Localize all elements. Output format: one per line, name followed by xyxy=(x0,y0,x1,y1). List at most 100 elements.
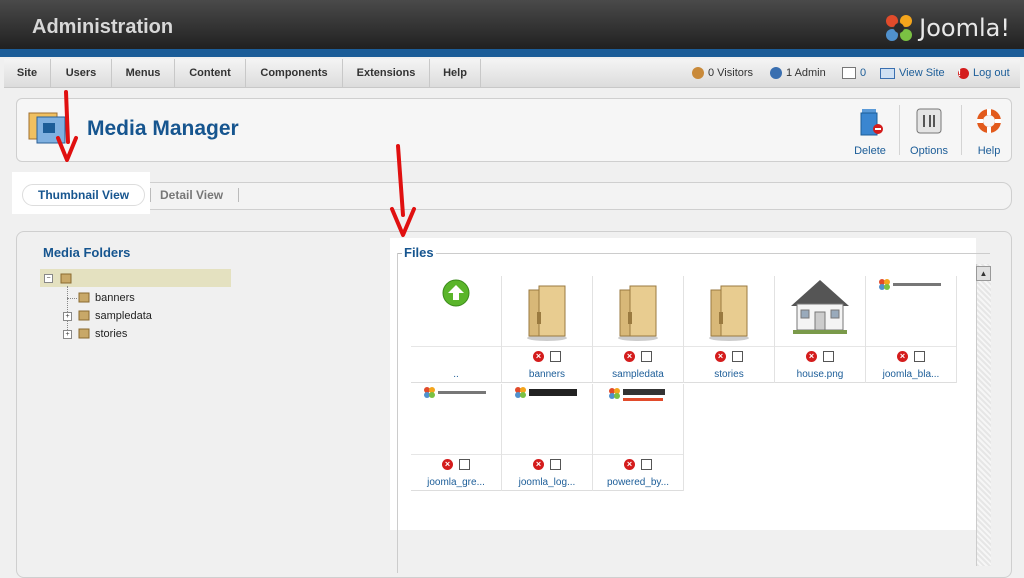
select-file-checkbox[interactable] xyxy=(550,458,561,470)
thumbnail-image[interactable] xyxy=(502,276,592,347)
thumbnail-image[interactable] xyxy=(411,276,501,347)
visitors-icon xyxy=(692,67,704,79)
messages-status[interactable]: 0 xyxy=(842,59,866,87)
media-folders-title: Media Folders xyxy=(43,245,131,260)
delete-file-icon[interactable]: × xyxy=(897,350,908,362)
file-thumbnail[interactable]: × house.png xyxy=(775,276,866,383)
menu-components[interactable]: Components xyxy=(246,59,343,87)
thumbnail-image[interactable] xyxy=(593,384,683,455)
menu-site[interactable]: Site xyxy=(4,59,51,87)
help-label: Help xyxy=(977,145,1001,157)
menu-extensions[interactable]: Extensions xyxy=(343,59,430,87)
thumbnail-controls: × xyxy=(593,350,683,364)
app-title: Administration xyxy=(32,16,174,38)
select-file-checkbox[interactable] xyxy=(914,350,925,362)
select-file-checkbox[interactable] xyxy=(732,350,743,362)
tree-expand-icon[interactable]: + xyxy=(63,312,72,321)
joomla-logo-image-icon xyxy=(515,387,577,398)
file-thumbnail[interactable]: × joomla_bla... xyxy=(866,276,957,383)
tree-item-banners[interactable]: banners xyxy=(95,292,135,304)
joomla-logo-image-icon xyxy=(879,279,941,290)
folder-icon xyxy=(78,328,90,339)
delete-file-icon[interactable]: × xyxy=(715,350,726,362)
tree-item-stories[interactable]: stories xyxy=(95,328,127,340)
menu-content[interactable]: Content xyxy=(175,59,246,87)
tree-connector xyxy=(67,298,77,299)
tab-divider xyxy=(238,188,239,202)
header-accent-bar xyxy=(0,49,1024,57)
delete-file-icon[interactable]: × xyxy=(624,350,635,362)
delete-file-icon[interactable]: × xyxy=(533,458,544,470)
file-thumbnail[interactable]: × stories xyxy=(684,276,775,383)
main-menu-bar: Site Users Menus Content Components Exte… xyxy=(4,59,1020,88)
admins-count: 1 Admin xyxy=(786,67,826,79)
delete-file-icon[interactable]: × xyxy=(442,458,453,470)
file-thumbnail[interactable]: × powered_by... xyxy=(593,384,684,491)
file-name[interactable]: joomla_log... xyxy=(502,477,592,488)
file-name[interactable]: .. xyxy=(411,369,501,380)
visitors-status: 0 Visitors xyxy=(692,59,753,87)
options-button[interactable]: Options xyxy=(906,105,952,157)
tree-connector xyxy=(67,286,68,334)
file-name[interactable]: joomla_gre... xyxy=(411,477,501,488)
page-title: Media Manager xyxy=(87,117,239,140)
view-site-label: View Site xyxy=(899,67,945,79)
scroll-up-arrow[interactable]: ▲ xyxy=(976,266,991,281)
folder-icon xyxy=(60,273,72,284)
menu-help[interactable]: Help xyxy=(430,59,481,87)
tab-divider xyxy=(150,188,151,202)
file-thumbnail[interactable]: .. xyxy=(411,276,502,383)
thumbnail-image[interactable] xyxy=(593,276,683,347)
tab-detail-view[interactable]: Detail View xyxy=(160,188,223,202)
file-name[interactable]: sampledata xyxy=(593,369,683,380)
admin-header: Administration Joomla! xyxy=(0,0,1024,52)
file-name[interactable]: powered_by... xyxy=(593,477,683,488)
delete-button[interactable]: Delete xyxy=(847,105,893,157)
folder-icon xyxy=(78,310,90,321)
menu-users[interactable]: Users xyxy=(51,59,112,87)
file-thumbnail[interactable]: × banners xyxy=(502,276,593,383)
select-file-checkbox[interactable] xyxy=(641,350,652,362)
logout-label: Log out xyxy=(973,67,1010,79)
thumbnail-image[interactable] xyxy=(684,276,774,347)
select-file-checkbox[interactable] xyxy=(550,350,561,362)
thumbnail-image[interactable] xyxy=(502,384,592,455)
select-file-checkbox[interactable] xyxy=(641,458,652,470)
delete-file-icon[interactable]: × xyxy=(533,350,544,362)
logout-link[interactable]: ! Log out xyxy=(958,59,1010,87)
file-name[interactable]: stories xyxy=(684,369,774,380)
thumbnail-image[interactable] xyxy=(775,276,865,347)
thumbnail-divider xyxy=(775,382,865,383)
select-file-checkbox[interactable] xyxy=(823,350,834,362)
thumbnail-image[interactable] xyxy=(411,384,501,455)
view-site-link[interactable]: View Site xyxy=(880,59,945,87)
thumbnail-image[interactable] xyxy=(866,276,956,347)
fieldset-border xyxy=(436,253,990,254)
file-name[interactable]: joomla_bla... xyxy=(866,369,956,380)
joomla-logo: Joomla! xyxy=(883,12,1010,44)
thumbnail-controls: × xyxy=(411,458,501,472)
delete-file-icon[interactable]: × xyxy=(806,350,817,362)
files-scrollbar[interactable] xyxy=(976,264,991,566)
file-name[interactable]: banners xyxy=(502,369,592,380)
file-name[interactable]: house.png xyxy=(775,369,865,380)
select-file-checkbox[interactable] xyxy=(459,458,470,470)
annotation-arrow-icon xyxy=(56,90,78,162)
thumbnail-controls: × xyxy=(684,350,774,364)
help-button[interactable]: Help xyxy=(966,105,1012,157)
file-thumbnail[interactable]: × joomla_gre... xyxy=(411,384,502,491)
toolbar-divider xyxy=(961,105,962,155)
admins-icon xyxy=(770,67,782,79)
file-thumbnail[interactable]: × sampledata xyxy=(593,276,684,383)
tab-thumbnail-view[interactable]: Thumbnail View xyxy=(22,184,146,206)
tree-collapse-icon[interactable]: − xyxy=(44,274,53,283)
file-thumbnail[interactable]: × joomla_log... xyxy=(502,384,593,491)
delete-file-icon[interactable]: × xyxy=(624,458,635,470)
admins-status: 1 Admin xyxy=(770,59,826,87)
options-label: Options xyxy=(910,145,948,157)
tree-item-sampledata[interactable]: sampledata xyxy=(95,310,152,322)
options-icon xyxy=(916,108,942,134)
annotation-arrow-icon xyxy=(390,144,416,237)
tree-expand-icon[interactable]: + xyxy=(63,330,72,339)
menu-menus[interactable]: Menus xyxy=(112,59,175,87)
